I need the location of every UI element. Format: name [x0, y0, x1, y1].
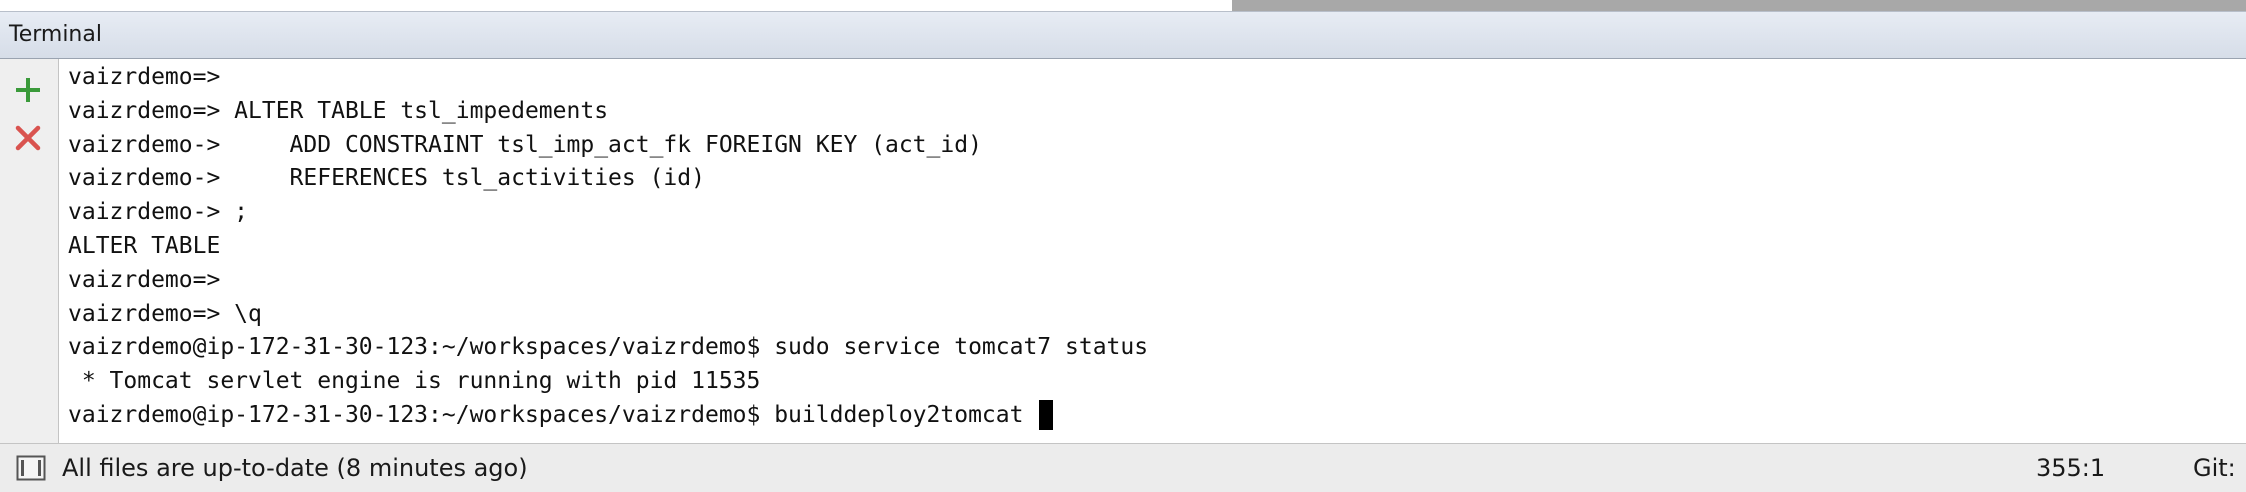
terminal-line: * Tomcat servlet engine is running with …	[68, 368, 761, 395]
terminal-line: vaizrdemo=>	[68, 64, 221, 90]
terminal-output[interactable]: vaizrdemo=> vaizrdemo=> ALTER TABLE tsl_…	[59, 59, 2246, 443]
terminal-line: vaizrdemo=>	[68, 266, 221, 293]
status-message: All files are up-to-date (8 minutes ago)	[62, 454, 528, 482]
status-bar: All files are up-to-date (8 minutes ago)…	[0, 443, 2246, 492]
terminal-prompt-line[interactable]: vaizrdemo@ip-172-31-30-123:~/workspaces/…	[68, 399, 2246, 433]
new-session-button[interactable]	[11, 73, 45, 107]
vcs-branch-widget[interactable]: Git:	[2193, 444, 2236, 492]
plus-icon	[16, 78, 40, 102]
terminal-line: ALTER TABLE	[68, 232, 221, 259]
terminal-line: vaizrdemo-> REFERENCES tsl_activities (i…	[68, 165, 705, 192]
terminal-line: vaizrdemo-> ;	[68, 199, 249, 226]
caret-position[interactable]: 355:1	[2036, 444, 2105, 492]
terminal-line: vaizrdemo@ip-172-31-30-123:~/workspaces/…	[68, 334, 1149, 361]
terminal-toolbar	[0, 59, 59, 443]
terminal-command-text: vaizrdemo@ip-172-31-30-123:~/workspaces/…	[68, 401, 1038, 428]
terminal-line: vaizrdemo-> ADD CONSTRAINT tsl_imp_act_f…	[68, 131, 982, 158]
close-icon	[15, 125, 41, 151]
terminal-panel-title: Terminal	[0, 11, 2246, 59]
close-session-button[interactable]	[11, 121, 45, 155]
terminal-line: vaizrdemo=> ALTER TABLE tsl_impedements	[68, 97, 609, 124]
terminal-line: vaizrdemo=> \q	[68, 300, 262, 327]
panel-title-label: Terminal	[9, 22, 102, 47]
top-window-strip-scroll	[1232, 0, 2246, 11]
text-cursor	[1039, 400, 1054, 431]
tool-window-icon[interactable]	[16, 454, 46, 482]
